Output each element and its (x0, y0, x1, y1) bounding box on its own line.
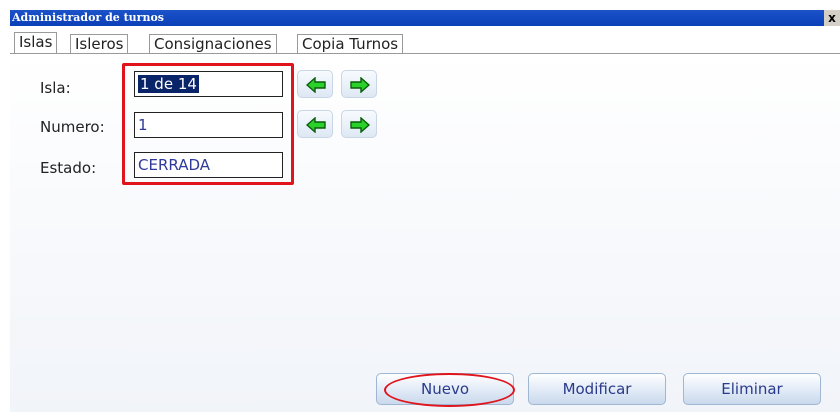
isla-next-button[interactable] (341, 70, 377, 98)
annotation-highlight-box (122, 63, 294, 185)
numero-label: Numero: (40, 118, 105, 136)
annotation-highlight-ellipse (384, 373, 515, 407)
tab-copia-turnos[interactable]: Copia Turnos (297, 34, 404, 54)
tab-isleros[interactable]: Isleros (70, 34, 129, 54)
tab-strip: Islas Isleros Consignaciones Copia Turno… (10, 26, 840, 55)
left-arrow-icon (306, 77, 326, 93)
title-bar: Administrador de turnos x (10, 10, 840, 26)
close-button[interactable]: x (824, 10, 840, 26)
tab-islas[interactable]: Islas (14, 32, 58, 55)
right-arrow-icon (350, 77, 370, 93)
administrador-turnos-window: Administrador de turnos x Islas Isleros … (0, 0, 840, 412)
window-title: Administrador de turnos (12, 11, 164, 24)
left-arrow-icon (306, 117, 326, 133)
numero-next-button[interactable] (341, 110, 377, 138)
right-arrow-icon (350, 117, 370, 133)
isla-prev-button[interactable] (297, 70, 333, 98)
numero-prev-button[interactable] (297, 110, 333, 138)
tab-consignaciones[interactable]: Consignaciones (149, 34, 277, 54)
modificar-button[interactable]: Modificar (528, 373, 666, 405)
estado-label: Estado: (40, 159, 97, 177)
isla-label: Isla: (40, 79, 71, 97)
eliminar-button[interactable]: Eliminar (683, 373, 821, 405)
